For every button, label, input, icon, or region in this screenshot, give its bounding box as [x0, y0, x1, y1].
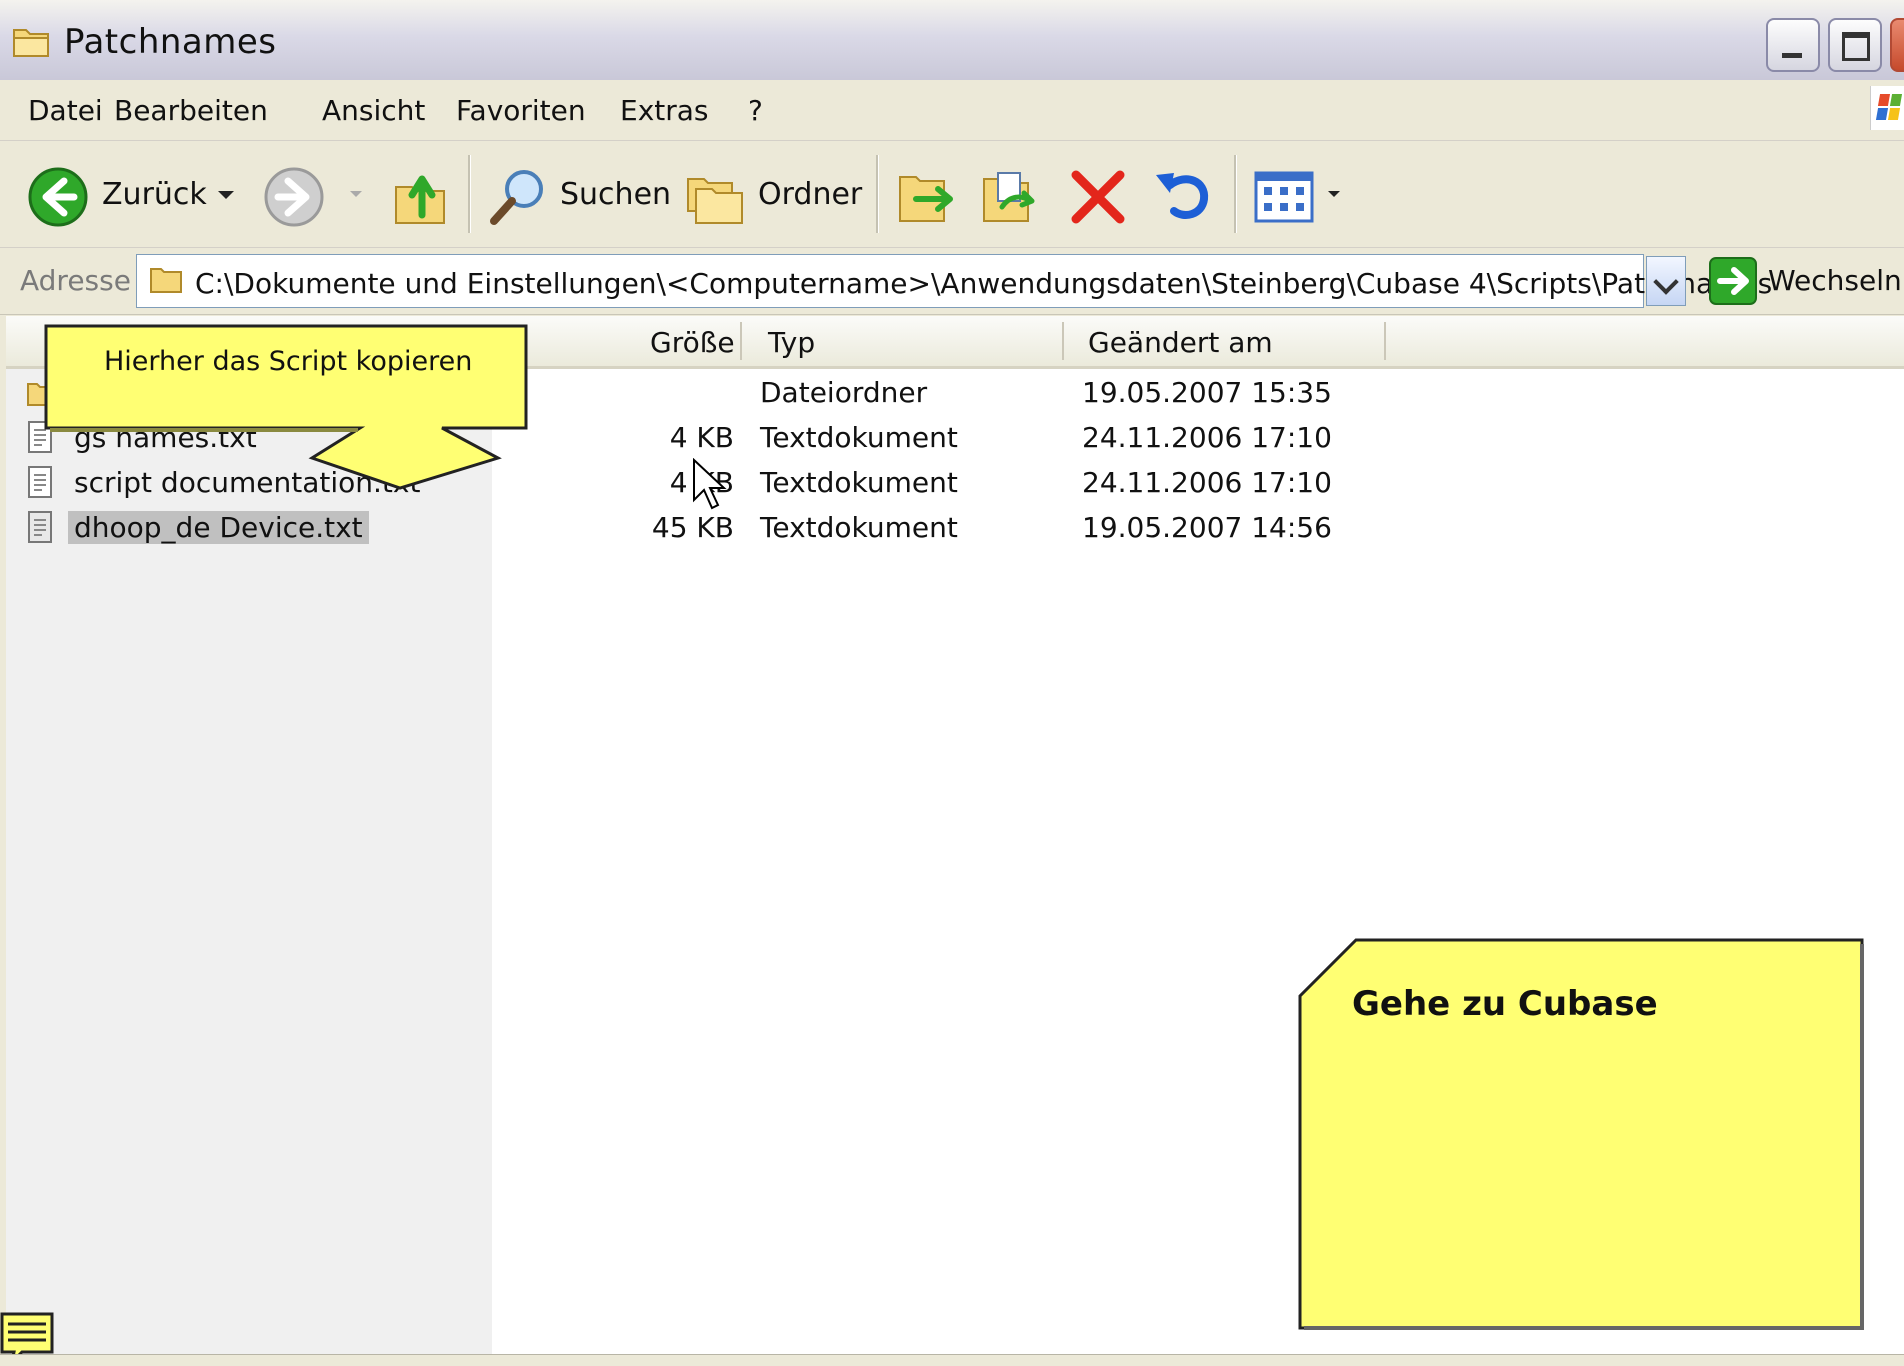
- forward-dropdown-icon[interactable]: [348, 189, 364, 199]
- address-value: C:\Dokumente und Einstellungen\<Computer…: [195, 267, 1773, 300]
- undo-button[interactable]: [1150, 159, 1214, 229]
- window-title: Patchnames: [64, 22, 277, 62]
- callout-go-cubase-text: Gehe zu Cubase: [1352, 984, 1658, 1024]
- callout-go-cubase[interactable]: Gehe zu Cubase: [1296, 936, 1866, 1332]
- maximize-button[interactable]: [1828, 18, 1882, 72]
- search-button[interactable]: Suchen: [486, 159, 671, 229]
- column-separator[interactable]: [1062, 322, 1064, 360]
- back-button[interactable]: Zurück: [26, 159, 246, 229]
- file-row-dhoop-device[interactable]: dhoop_de Device.txt 45 KB Textdokument 1…: [6, 507, 1904, 551]
- toolbar-separator: [876, 155, 879, 233]
- go-button-label[interactable]: Wechseln zu: [1768, 264, 1904, 297]
- file-size: 4 KB: [669, 421, 734, 454]
- menu-help[interactable]: ?: [742, 92, 769, 129]
- file-type: Textdokument: [760, 511, 958, 544]
- folder-icon: [13, 29, 49, 57]
- menu-extras[interactable]: Extras: [614, 92, 715, 129]
- column-size[interactable]: Größe: [650, 326, 735, 359]
- address-bar: Adresse C:\Dokumente und Einstellungen\<…: [0, 248, 1904, 315]
- mouse-cursor-icon: [693, 458, 727, 510]
- views-icon: [1254, 171, 1314, 223]
- views-button[interactable]: [1252, 159, 1348, 229]
- menu-favoriten[interactable]: Favoriten: [450, 92, 592, 129]
- search-label: Suchen: [560, 177, 672, 212]
- views-dropdown-icon[interactable]: [1326, 189, 1342, 199]
- menu-bar: Datei Bearbeiten Ansicht Favoriten Extra…: [0, 80, 1904, 141]
- column-separator[interactable]: [1384, 322, 1386, 360]
- windows-logo-icon: [1870, 86, 1904, 130]
- forward-button[interactable]: [262, 159, 372, 229]
- menu-datei[interactable]: Datei: [22, 92, 109, 129]
- explorer-window: Patchnames Datei Bearbeiten Ansicht Favo…: [0, 0, 1904, 1366]
- undo-icon: [1156, 173, 1209, 219]
- column-type[interactable]: Typ: [768, 326, 815, 359]
- file-type: Textdokument: [760, 421, 958, 454]
- forward-icon: [264, 167, 324, 227]
- folders-icon: [687, 178, 743, 224]
- file-modified: 19.05.2007 14:56: [1082, 511, 1332, 544]
- up-button[interactable]: [392, 159, 452, 229]
- menu-ansicht[interactable]: Ansicht: [316, 92, 431, 129]
- title-bar[interactable]: Patchnames: [0, 0, 1904, 81]
- file-size: 45 KB: [651, 511, 734, 544]
- back-label: Zurück: [102, 177, 207, 212]
- search-icon: [490, 170, 543, 225]
- close-button[interactable]: [1890, 18, 1904, 72]
- back-icon: [28, 167, 88, 227]
- move-to-icon: [899, 176, 953, 222]
- file-type: Textdokument: [760, 466, 958, 499]
- column-modified[interactable]: Geändert am: [1088, 326, 1273, 359]
- folders-button[interactable]: Ordner: [684, 159, 862, 229]
- back-dropdown-icon[interactable]: [216, 189, 236, 201]
- address-input[interactable]: C:\Dokumente und Einstellungen\<Computer…: [136, 254, 1772, 308]
- callout-copy-here: Hierher das Script kopieren: [42, 322, 528, 492]
- minimize-button[interactable]: [1766, 18, 1820, 72]
- toolbar-separator: [468, 155, 471, 233]
- status-bar: [0, 1354, 1904, 1366]
- address-dropdown-button[interactable]: [1646, 256, 1686, 306]
- delete-button[interactable]: [1066, 159, 1130, 229]
- file-modified: 24.11.2006 17:10: [1082, 421, 1332, 454]
- file-modified: 19.05.2007 15:35: [1082, 376, 1332, 409]
- file-modified: 24.11.2006 17:10: [1082, 466, 1332, 499]
- file-name: dhoop_de Device.txt: [68, 511, 369, 544]
- address-label: Adresse: [20, 264, 131, 297]
- file-type: Dateiordner: [760, 376, 928, 409]
- copy-to-icon: [983, 172, 1035, 222]
- up-folder-icon: [395, 175, 445, 224]
- column-separator[interactable]: [740, 322, 742, 360]
- text-file-icon: [28, 511, 52, 543]
- move-to-button[interactable]: [896, 159, 960, 229]
- folders-label: Ordner: [758, 177, 863, 212]
- go-arrow-icon[interactable]: [1708, 256, 1758, 306]
- delete-icon: [1071, 170, 1125, 224]
- copy-to-button[interactable]: [980, 159, 1044, 229]
- callout-copy-here-text: Hierher das Script kopieren: [104, 346, 473, 377]
- folder-icon: [150, 268, 182, 293]
- toolbar: Zurück Suchen Ordner: [0, 141, 1904, 248]
- toolbar-separator: [1234, 155, 1237, 233]
- menu-bearbeiten[interactable]: Bearbeiten: [108, 92, 274, 129]
